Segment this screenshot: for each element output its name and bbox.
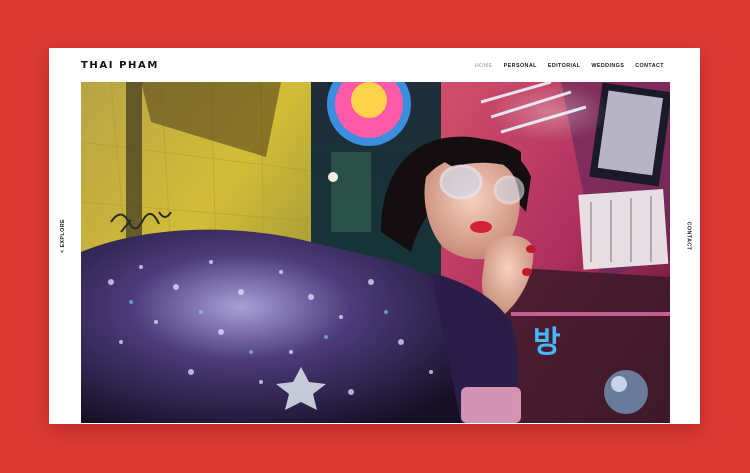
neon-sign-text: 방 (533, 325, 561, 360)
site-logo[interactable]: THAI PHAM (81, 60, 159, 71)
hero-photo-illustration: 방 (81, 82, 670, 423)
contact-side-link[interactable]: CONTACT (686, 222, 692, 251)
nav-item-weddings[interactable]: WEDDINGS (591, 63, 624, 69)
nav-item-personal[interactable]: PERSONAL (504, 63, 537, 69)
explore-side-link[interactable]: < EXPLORE (60, 219, 66, 253)
main-nav: HOME PERSONAL EDITORIAL WEDDINGS CONTACT (475, 63, 664, 69)
nav-item-editorial[interactable]: EDITORIAL (548, 63, 581, 69)
nav-item-home[interactable]: HOME (475, 63, 493, 69)
nav-item-contact[interactable]: CONTACT (635, 63, 664, 69)
hero-photo: 방 (81, 82, 670, 423)
website-window: THAI PHAM HOME PERSONAL EDITORIAL WEDDIN… (49, 48, 700, 424)
